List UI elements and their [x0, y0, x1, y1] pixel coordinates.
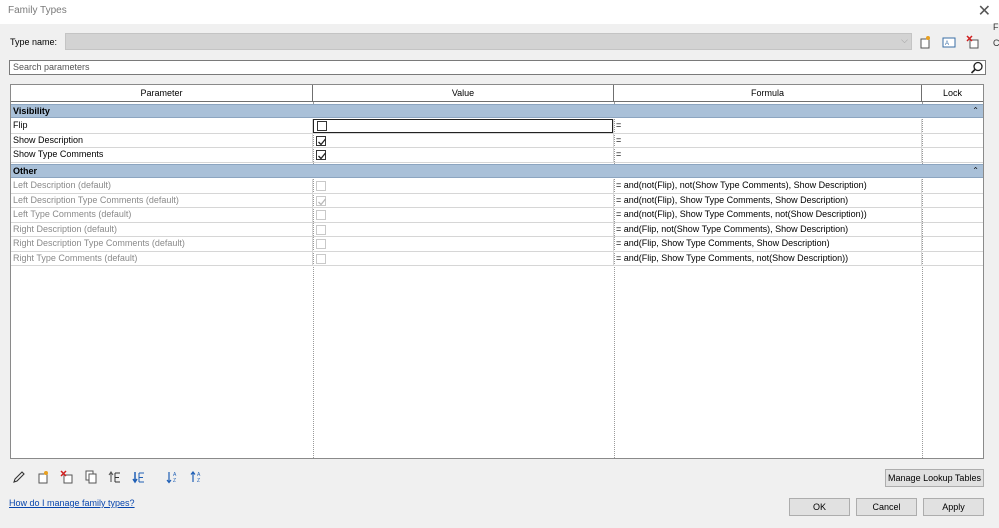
- value-cell: [313, 251, 614, 266]
- edge-fragment-2: C: [993, 38, 999, 48]
- title-bar: Family Types ✕: [0, 0, 999, 24]
- parameter-name: Left Description (default): [11, 179, 313, 194]
- value-cell[interactable]: [313, 133, 614, 148]
- column-header-lock[interactable]: Lock: [922, 85, 983, 101]
- cancel-button[interactable]: Cancel: [856, 498, 917, 516]
- type-name-dropdown[interactable]: ⌵: [65, 33, 912, 50]
- value-cell: [313, 179, 614, 194]
- lock-cell[interactable]: [922, 134, 983, 148]
- formula-cell[interactable]: = and(Flip, Show Type Comments, Show Des…: [614, 237, 922, 252]
- column-header-formula[interactable]: Formula: [614, 85, 922, 101]
- parameter-name: Show Description: [11, 133, 313, 148]
- group-label: Other: [13, 166, 38, 176]
- pencil-icon[interactable]: [12, 470, 26, 484]
- table-row: Right Type Comments (default) = and(Flip…: [11, 251, 983, 266]
- disabled-checkbox: [316, 210, 326, 220]
- formula-cell[interactable]: = and(Flip, not(Show Type Comments), Sho…: [614, 222, 922, 237]
- apply-button[interactable]: Apply: [923, 498, 984, 516]
- parameter-name: Right Type Comments (default): [11, 251, 313, 266]
- group-header-visibility[interactable]: Visibility ⌃: [11, 104, 983, 118]
- lock-cell[interactable]: [922, 208, 983, 223]
- table-row: Left Description (default) = and(not(Fli…: [11, 179, 983, 194]
- column-header-value[interactable]: Value: [313, 85, 614, 101]
- collapse-icon[interactable]: ⌃: [972, 166, 979, 175]
- svg-text:Z: Z: [197, 478, 200, 484]
- rename-type-icon[interactable]: A: [942, 35, 956, 49]
- ok-button[interactable]: OK: [789, 498, 850, 516]
- delete-parameter-icon[interactable]: [60, 470, 74, 484]
- svg-text:Z: Z: [173, 478, 176, 484]
- show-description-checkbox[interactable]: [316, 135, 327, 146]
- value-cell: [313, 208, 614, 223]
- parameter-name: Right Description Type Comments (default…: [11, 237, 313, 252]
- search-icon[interactable]: [970, 61, 984, 75]
- help-link[interactable]: How do I manage family types?: [9, 498, 135, 508]
- parameter-name: Flip: [11, 119, 313, 134]
- flip-checkbox[interactable]: [317, 121, 327, 131]
- table-row: Show Type Comments =: [11, 148, 983, 163]
- sort-ascending-icon[interactable]: AZ: [166, 470, 180, 484]
- flip-value-editor[interactable]: [313, 119, 613, 133]
- table-row: Right Description Type Comments (default…: [11, 237, 983, 252]
- lock-cell[interactable]: [922, 148, 983, 163]
- lock-cell[interactable]: [922, 252, 983, 266]
- formula-cell[interactable]: =: [614, 148, 922, 163]
- window-title: Family Types: [8, 5, 67, 16]
- type-name-label: Type name:: [10, 37, 58, 47]
- search-placeholder: Search parameters: [13, 62, 90, 72]
- collapse-icon[interactable]: ⌃: [972, 106, 979, 115]
- value-cell[interactable]: [313, 148, 614, 163]
- disabled-checkbox: [316, 253, 326, 264]
- group-label: Visibility: [13, 106, 50, 116]
- table-row: Left Type Comments (default) = and(not(F…: [11, 208, 983, 223]
- formula-cell[interactable]: = and(not(Flip), Show Type Comments, not…: [614, 208, 922, 223]
- table-row: Left Description Type Comments (default)…: [11, 193, 983, 208]
- copy-icon[interactable]: [84, 470, 98, 484]
- show-type-comments-checkbox[interactable]: [316, 150, 327, 160]
- disabled-checkbox: [316, 195, 327, 206]
- parameter-name: Show Type Comments: [11, 148, 313, 163]
- delete-type-icon[interactable]: [966, 35, 980, 49]
- search-input[interactable]: Search parameters: [9, 60, 986, 75]
- disabled-checkbox: [316, 181, 326, 191]
- grid-header: Parameter Value Formula Lock: [11, 85, 983, 102]
- sort-descending-icon[interactable]: AZ: [190, 470, 204, 484]
- table-row: Right Description (default) = and(Flip, …: [11, 222, 983, 237]
- new-parameter-icon[interactable]: [36, 470, 50, 484]
- chevron-down-icon: ⌵: [901, 35, 908, 45]
- parameter-name: Left Type Comments (default): [11, 208, 313, 223]
- formula-cell[interactable]: =: [614, 133, 922, 148]
- formula-cell[interactable]: = and(not(Flip), not(Show Type Comments)…: [614, 179, 922, 194]
- new-type-icon[interactable]: [918, 35, 932, 49]
- parameters-grid: Parameter Value Formula Lock Visibility …: [10, 84, 984, 459]
- group-header-other[interactable]: Other ⌃: [11, 164, 983, 178]
- formula-cell[interactable]: =: [614, 119, 922, 134]
- lock-cell[interactable]: [922, 194, 983, 208]
- move-down-icon[interactable]: [132, 470, 146, 484]
- formula-cell[interactable]: = and(not(Flip), Show Type Comments, Sho…: [614, 193, 922, 208]
- svg-text:A: A: [945, 41, 949, 47]
- lock-cell[interactable]: [922, 179, 983, 194]
- lock-cell[interactable]: [922, 119, 983, 134]
- column-header-parameter[interactable]: Parameter: [11, 85, 313, 101]
- value-cell: [313, 193, 614, 208]
- lock-cell[interactable]: [922, 237, 983, 252]
- close-icon[interactable]: ✕: [978, 1, 991, 21]
- move-up-icon[interactable]: [108, 470, 122, 484]
- value-cell: [313, 237, 614, 252]
- disabled-checkbox: [316, 224, 326, 235]
- table-row: Show Description =: [11, 133, 983, 148]
- edge-fragment-1: F: [993, 22, 999, 32]
- value-cell: [313, 222, 614, 237]
- disabled-checkbox: [316, 239, 326, 249]
- manage-lookup-tables-button[interactable]: Manage Lookup Tables: [885, 469, 984, 487]
- parameter-name: Right Description (default): [11, 222, 313, 237]
- parameter-name: Left Description Type Comments (default): [11, 193, 313, 208]
- lock-cell[interactable]: [922, 223, 983, 237]
- formula-cell[interactable]: = and(Flip, Show Type Comments, not(Show…: [614, 251, 922, 266]
